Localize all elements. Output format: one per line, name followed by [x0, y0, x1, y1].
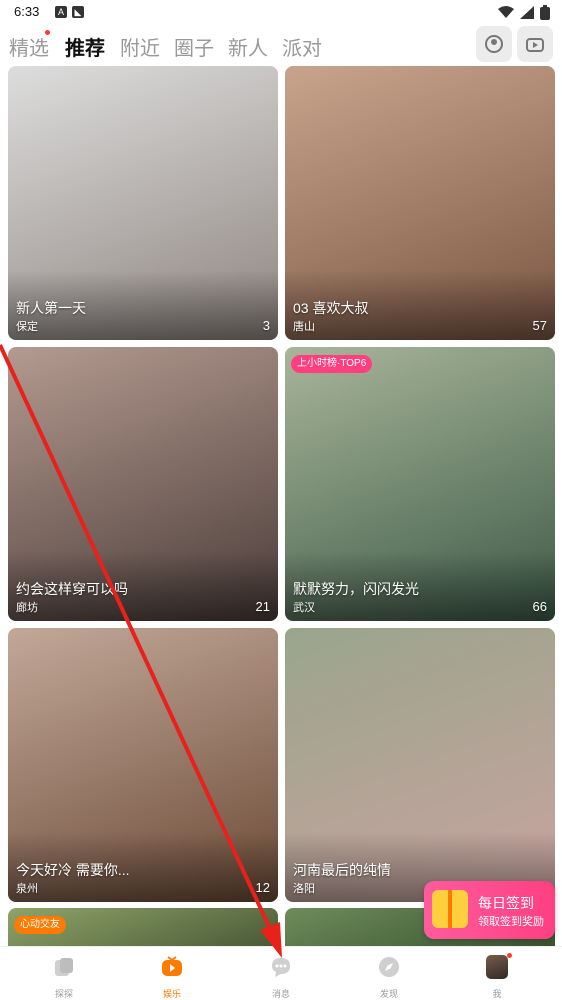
nav-yule[interactable]: 娱乐 [142, 955, 202, 1000]
notification-dot [507, 953, 512, 958]
bottom-nav: 探探 娱乐 消息 发现 我 [0, 946, 562, 1000]
tab-fujin[interactable]: 附近 [120, 32, 160, 61]
avatar [486, 953, 512, 979]
card-title: 新人第一天 [16, 300, 86, 316]
card-title: 河南最后的纯情 [293, 862, 391, 878]
chat-bubble-icon [272, 958, 290, 977]
nav-tantan[interactable]: 探探 [34, 955, 94, 1000]
signal-icon [520, 6, 534, 19]
card-title: 今天好冷 需要你... [16, 862, 130, 878]
tv-play-icon [526, 38, 544, 52]
profile-button[interactable] [476, 26, 512, 62]
app-a-icon: A [55, 6, 67, 18]
feed-card[interactable]: 今天好冷 需要你... 泉州 12 [8, 628, 278, 902]
checkin-subtitle: 领取签到奖励 [478, 916, 544, 928]
badge-heart-dating: 心动交友 [14, 916, 66, 934]
card-location: 廊坊 [16, 602, 38, 614]
card-location: 洛阳 [293, 883, 315, 895]
battery-icon [540, 5, 550, 20]
card-location: 武汉 [293, 602, 315, 614]
tab-quanzi[interactable]: 圈子 [174, 32, 214, 61]
feed-card[interactable]: 上小时榜·TOP6 默默努力，闪闪发光 武汉 66 [285, 347, 555, 621]
tab-paidui[interactable]: 派对 [282, 32, 322, 61]
tab-xinren[interactable]: 新人 [228, 32, 268, 61]
status-time: 6:33 [14, 4, 40, 19]
card-title: 约会这样穿可以吗 [16, 581, 128, 597]
wifi-icon [498, 6, 514, 18]
card-photo-count: 12 [255, 880, 270, 895]
nav-faxian[interactable]: 发现 [359, 955, 419, 1000]
feed-card[interactable]: 河南最后的纯情 洛阳 [285, 628, 555, 902]
card-location: 保定 [16, 321, 38, 333]
card-location: 泉州 [16, 883, 38, 895]
daily-checkin-widget[interactable]: 每日签到 领取签到奖励 [424, 881, 555, 939]
user-circle-icon [485, 35, 503, 53]
compass-icon [379, 957, 399, 977]
card-photo-count: 57 [532, 318, 547, 333]
card-location: 唐山 [293, 321, 315, 333]
tab-tuijian[interactable]: 推荐 [65, 32, 105, 61]
card-photo-count: 3 [262, 318, 270, 333]
tab-jingxuan[interactable]: 精选 [9, 32, 49, 61]
feed-card[interactable]: 新人第一天 保定 3 [8, 66, 278, 340]
card-photo-count: 21 [255, 599, 270, 614]
nav-xiaoxi[interactable]: 消息 [251, 955, 311, 1000]
cards-icon [55, 958, 73, 976]
card-photo-count: 66 [532, 599, 547, 614]
gift-box-icon [432, 890, 468, 928]
tab-notification-dot [45, 30, 50, 35]
feed-card[interactable]: 03 喜欢大叔 唐山 57 [285, 66, 555, 340]
nav-wo[interactable]: 我 [467, 953, 527, 1000]
card-title: 03 喜欢大叔 [293, 300, 369, 316]
cat-notification-icon: ◣ [72, 6, 84, 18]
live-button[interactable] [517, 26, 553, 62]
card-title: 默默努力，闪闪发光 [293, 581, 419, 597]
checkin-title: 每日签到 [478, 895, 534, 911]
feed-card[interactable]: 约会这样穿可以吗 廊坊 21 [8, 347, 278, 621]
tv-play-active-icon [162, 956, 182, 976]
rank-badge: 上小时榜·TOP6 [291, 355, 373, 373]
status-bar: 6:33 A ◣ [0, 0, 562, 26]
